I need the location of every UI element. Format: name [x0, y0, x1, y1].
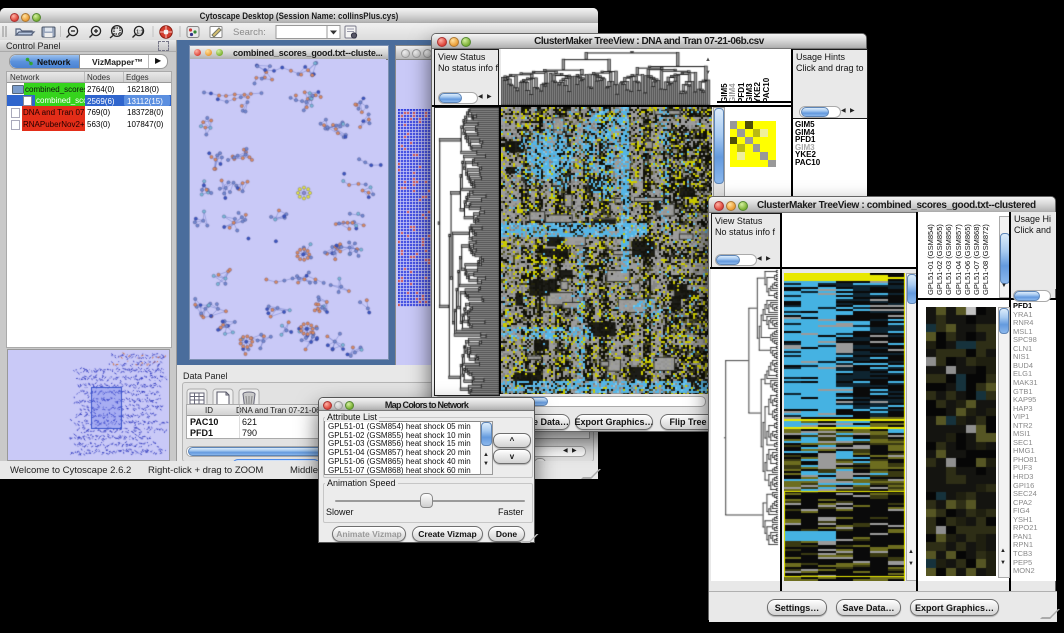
svg-text:1:1: 1:1: [136, 29, 143, 35]
svg-text:Search:: Search:: [233, 27, 266, 38]
